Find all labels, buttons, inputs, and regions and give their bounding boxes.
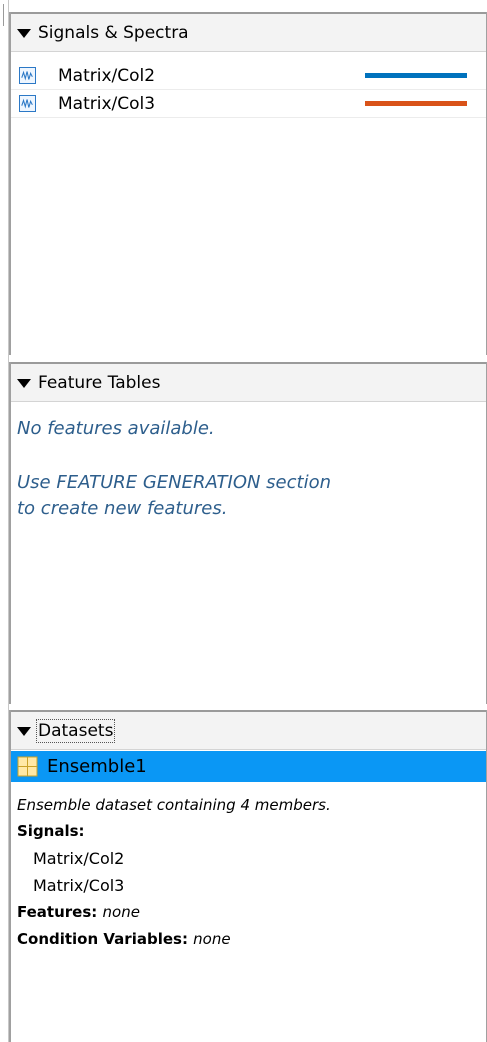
signal-waveform-icon [19, 95, 36, 112]
features-heading: Features: [17, 903, 103, 921]
dataset-item-label: Ensemble1 [47, 756, 147, 777]
condition-variables-value: none [193, 930, 231, 948]
dataset-signal-item: Matrix/Col2 [33, 849, 125, 868]
signals-spectra-panel: Signals & Spectra Matrix/Col2 Matrix/Col… [9, 12, 487, 355]
feature-tables-header[interactable]: Feature Tables [11, 362, 486, 402]
datasets-title: Datasets [35, 718, 116, 743]
signal-color-line [365, 73, 467, 78]
condition-variables-heading: Condition Variables: [17, 930, 194, 948]
dataset-description: Ensemble dataset containing 4 members. [17, 796, 331, 814]
collapse-triangle-icon [17, 726, 31, 736]
feature-tables-message: No features available. Use FEATURE GENER… [11, 402, 486, 522]
signal-row-col3[interactable]: Matrix/Col3 [11, 90, 486, 118]
signal-label: Matrix/Col2 [58, 65, 156, 86]
collapse-triangle-icon [17, 378, 31, 388]
datasets-panel: Datasets Ensemble1 Ensemble dataset cont… [9, 710, 487, 1042]
features-line: Features: none [11, 899, 486, 926]
condition-variables-line: Condition Variables: none [11, 926, 486, 953]
feature-tables-panel: Feature Tables No features available. Us… [9, 362, 487, 704]
feature-hint-line2: to create new features. [17, 498, 228, 519]
signal-color-line [365, 101, 467, 106]
dataset-item-ensemble1[interactable]: Ensemble1 [11, 751, 486, 782]
signal-waveform-icon [19, 67, 36, 84]
signals-heading: Signals: [17, 822, 85, 840]
feature-hint-line1: Use FEATURE GENERATION section [17, 472, 332, 493]
signal-label: Matrix/Col3 [58, 93, 156, 114]
no-features-text: No features available. [17, 418, 215, 439]
signals-spectra-title: Signals & Spectra [38, 22, 189, 43]
signal-row-col2[interactable]: Matrix/Col2 [11, 62, 486, 90]
app-side-panel: Signals & Spectra Matrix/Col2 Matrix/Col… [0, 0, 487, 1042]
signals-list: Matrix/Col2 Matrix/Col3 [11, 52, 486, 118]
left-edge-strip [0, 0, 9, 1042]
datasets-header[interactable]: Datasets [11, 710, 486, 750]
features-value: none [102, 903, 140, 921]
edge-tick [3, 4, 4, 26]
dataset-signal-item: Matrix/Col3 [33, 876, 125, 895]
feature-tables-title: Feature Tables [38, 372, 161, 393]
ensemble-grid-icon [17, 756, 38, 777]
signals-spectra-header[interactable]: Signals & Spectra [11, 12, 486, 52]
collapse-triangle-icon [17, 28, 31, 38]
